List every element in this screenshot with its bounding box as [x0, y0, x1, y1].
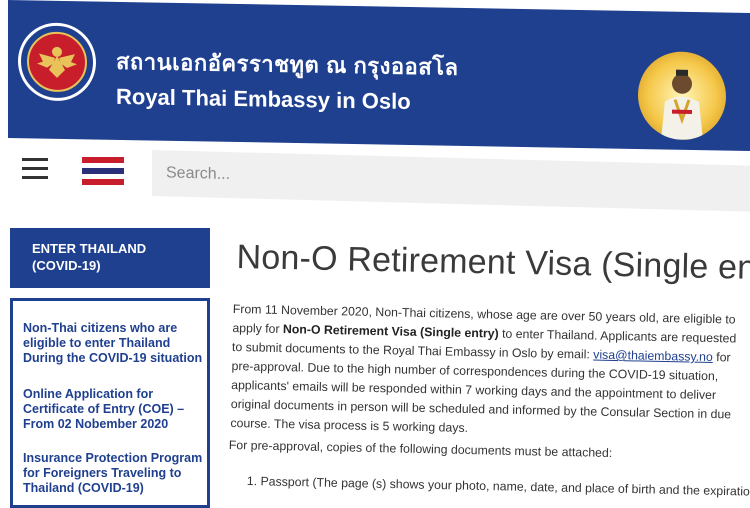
royal-portrait-image	[638, 50, 726, 141]
sidebar-heading-line1: ENTER THAILAND	[32, 241, 147, 256]
sidebar-link-list: Non-Thai citizens who are eligible to en…	[10, 298, 210, 508]
sidebar-link-insurance-program[interactable]: Insurance Protection Program for Foreign…	[23, 451, 203, 496]
site-title-english: Royal Thai Embassy in Oslo	[116, 83, 411, 115]
sidebar-link-coe-application[interactable]: Online Application for Certificate of En…	[23, 387, 203, 432]
search-input[interactable]	[152, 150, 750, 212]
sidebar-heading-line2: (COVID-19)	[32, 258, 101, 273]
thai-flag-icon[interactable]	[82, 157, 124, 185]
page-title: Non-O Retirement Visa (Single entry)	[236, 238, 750, 288]
search-bar	[152, 150, 750, 212]
site-title-thai: สถานเอกอัครราชทูต ณ กรุงออสโล	[116, 48, 459, 80]
sidebar-link-eligible-citizens[interactable]: Non-Thai citizens who are eligible to en…	[23, 321, 203, 366]
site-header: สถานเอกอัครราชทูต ณ กรุงออสโล Royal Thai…	[8, 0, 750, 151]
embassy-crest-logo[interactable]	[18, 22, 96, 102]
visa-email-link[interactable]: visa@thaiembassy.no	[593, 348, 713, 365]
intro-paragraph: From 11 November 2020, Non-Thai citizens…	[230, 300, 743, 444]
garuda-icon	[27, 31, 87, 93]
visa-type-emphasis: Non-O Retirement Visa (Single entry)	[282, 322, 499, 341]
hamburger-menu-icon[interactable]	[22, 158, 48, 180]
documents-intro-text: For pre-approval, copies of the followin…	[228, 438, 613, 461]
sidebar-heading[interactable]: ENTER THAILAND (COVID-19)	[10, 228, 210, 288]
document-list-item-1: 1. Passport (The page (s) shows your pho…	[246, 474, 750, 500]
